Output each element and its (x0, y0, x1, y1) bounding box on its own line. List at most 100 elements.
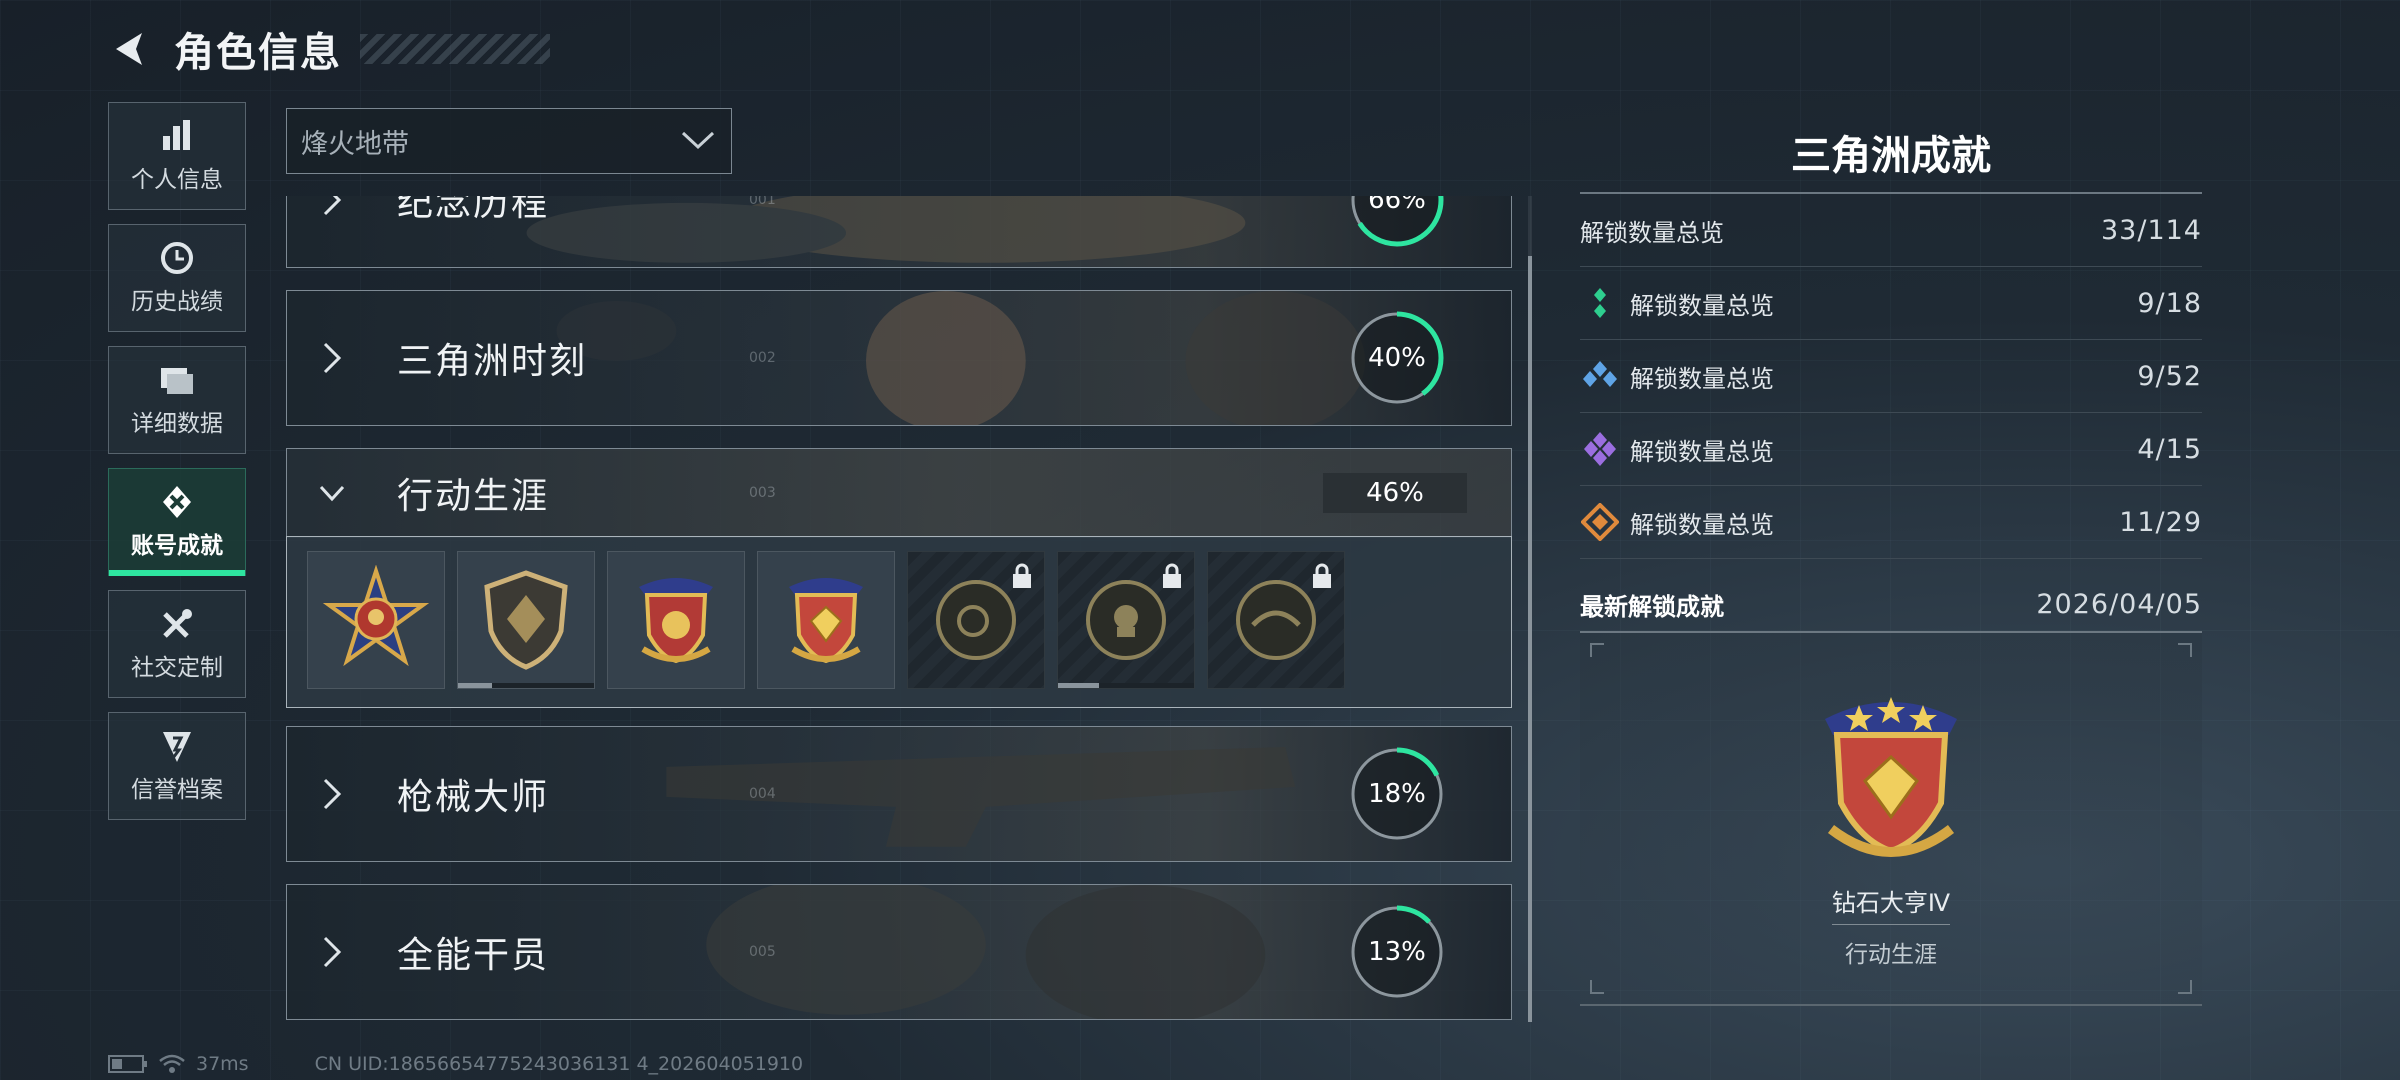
summary-row-label: 解锁数量总览 (1630, 510, 1774, 539)
latest-achievement-date: 2026/04/05 (2036, 588, 2202, 620)
badge-progress-bar (1058, 683, 1194, 688)
category-percent: 40% (1368, 343, 1426, 373)
summary-row-purple: 解锁数量总览 4/15 (1580, 413, 2202, 486)
badge-slot[interactable] (457, 551, 595, 689)
latest-achievement-label: 最新解锁成就 (1580, 592, 1724, 621)
gold-crest-badge-icon (639, 578, 713, 664)
category-name: 行动生涯 (397, 476, 550, 517)
summary-row-value: 4/15 (2137, 433, 2202, 465)
purple-tier-icon (1584, 432, 1616, 466)
shield-badge-icon (484, 570, 568, 670)
achievement-icon (163, 486, 191, 518)
sidebar-item-profile[interactable]: 个人信息 (108, 102, 246, 210)
latest-achievement-name: 钻石大亨Ⅳ (1831, 883, 1951, 925)
badge-slot-locked[interactable] (1207, 551, 1345, 689)
category-row[interactable]: 纪念历程 001 66% (286, 196, 1512, 268)
tools-icon (163, 609, 192, 638)
summary-row-total: 解锁数量总览 33/114 (1580, 194, 2202, 267)
achievement-summary-panel: 三角洲成就 解锁数量总览 33/114 解锁数量总览 9/18 解锁数量总览 9… (1580, 120, 2202, 1006)
corner-bracket (1590, 643, 1604, 657)
sidebar-item-label: 详细数据 (131, 411, 223, 437)
list-scrollbar[interactable] (1528, 196, 1532, 1022)
folder-icon (161, 368, 193, 394)
summary-row-label: 解锁数量总览 (1580, 218, 1724, 247)
category-percent: 13% (1368, 937, 1426, 967)
badge-slot-locked[interactable] (907, 551, 1045, 689)
orange-tier-icon (1581, 503, 1619, 541)
category-row-expanded[interactable]: 行动生涯 003 46% (286, 448, 1512, 538)
category-index: 005 (749, 944, 776, 960)
latest-achievement-category: 行动生涯 (1845, 942, 1937, 968)
title-decoration (360, 34, 550, 64)
badge-progress-fill (1058, 683, 1099, 688)
lock-icon (1313, 563, 1331, 588)
sidebar-item-label: 个人信息 (131, 167, 223, 193)
lock-icon (1013, 563, 1031, 588)
corner-bracket (2178, 643, 2192, 657)
green-tier-icon (1594, 288, 1606, 318)
sidebar-item-social[interactable]: 社交定制 (108, 590, 246, 698)
category-index: 003 (749, 485, 776, 501)
ping-value: 37ms (196, 1053, 249, 1075)
summary-row-green: 解锁数量总览 9/18 (1580, 267, 2202, 340)
category-name: 纪念历程 (397, 196, 550, 224)
summary-row-label: 解锁数量总览 (1630, 291, 1774, 320)
sidebar-item-label: 社交定制 (131, 655, 223, 681)
wifi-icon (159, 1054, 185, 1073)
diamond-crest-badge-icon (1825, 697, 1957, 857)
mode-select-dropdown[interactable]: 烽火地带 (286, 108, 732, 174)
achievement-category-list[interactable]: 纪念历程 001 66% 三角洲时刻 002 40% 行动生涯 003 46% (286, 196, 1512, 1022)
sidebar-item-history[interactable]: 历史战绩 (108, 224, 246, 332)
credit-icon (163, 732, 191, 762)
summary-row-label: 解锁数量总览 (1630, 364, 1774, 393)
blue-tier-icon (1583, 361, 1617, 387)
category-index: 002 (749, 350, 776, 366)
badge-progress-bar (458, 683, 594, 688)
chevron-right-icon (323, 196, 342, 216)
diamond-crest-badge-icon (789, 578, 863, 664)
corner-bracket (2178, 980, 2192, 994)
summary-row-value: 9/52 (2137, 360, 2202, 392)
chevron-right-icon (323, 778, 342, 810)
category-index: 001 (749, 196, 776, 208)
sidebar-item-details[interactable]: 详细数据 (108, 346, 246, 454)
chevron-down-icon (319, 485, 345, 502)
sidebar-item-label: 信誉档案 (131, 777, 223, 803)
summary-row-value: 9/18 (2137, 287, 2202, 319)
badge-grid (286, 536, 1512, 708)
badge-slot[interactable] (607, 551, 745, 689)
uid-text: CN UID:18656654775243036131 4_2026040519… (314, 1053, 804, 1075)
badge-slot[interactable] (757, 551, 895, 689)
summary-title: 三角洲成就 (1791, 133, 1991, 179)
chevron-right-icon (323, 936, 342, 968)
latest-achievement-card[interactable]: 钻石大亨Ⅳ 行动生涯 (1580, 633, 2202, 1005)
sidebar-item-credit[interactable]: 信誉档案 (108, 712, 246, 820)
sidebar-item-label: 历史战绩 (131, 289, 223, 315)
summary-row-value: 33/114 (2101, 214, 2202, 246)
badge-slot[interactable] (307, 551, 445, 689)
lock-icon (1163, 563, 1181, 588)
page-title: 角色信息 (174, 30, 342, 76)
summary-row-blue: 解锁数量总览 9/52 (1580, 340, 2202, 413)
page-header: 角色信息 (108, 22, 550, 76)
star-badge-icon (322, 565, 430, 667)
category-row[interactable]: 全能干员 005 13% (286, 884, 1512, 1020)
history-clock-icon (161, 242, 193, 274)
category-name: 全能干员 (397, 935, 550, 976)
scrollbar-thumb[interactable] (1528, 256, 1532, 1022)
battery-icon (108, 1055, 147, 1073)
sidebar-item-achievements[interactable]: 账号成就 (108, 468, 246, 576)
category-name: 枪械大师 (397, 777, 550, 818)
category-index: 004 (749, 786, 776, 802)
badge-slot-locked[interactable] (1057, 551, 1195, 689)
back-arrow-icon[interactable] (108, 27, 152, 71)
summary-row-orange: 解锁数量总览 11/29 (1580, 486, 2202, 559)
category-row[interactable]: 三角洲时刻 002 40% (286, 290, 1512, 426)
bar-chart-icon (163, 120, 190, 150)
category-name: 三角洲时刻 (397, 341, 588, 382)
divider (1580, 1005, 2202, 1006)
category-row[interactable]: 枪械大师 004 18% (286, 726, 1512, 862)
category-percent: 18% (1368, 779, 1426, 809)
latest-achievement-header: 最新解锁成就 2026/04/05 (1580, 577, 2202, 633)
status-bar: 37ms CN UID:18656654775243036131 4_20260… (108, 1052, 803, 1076)
